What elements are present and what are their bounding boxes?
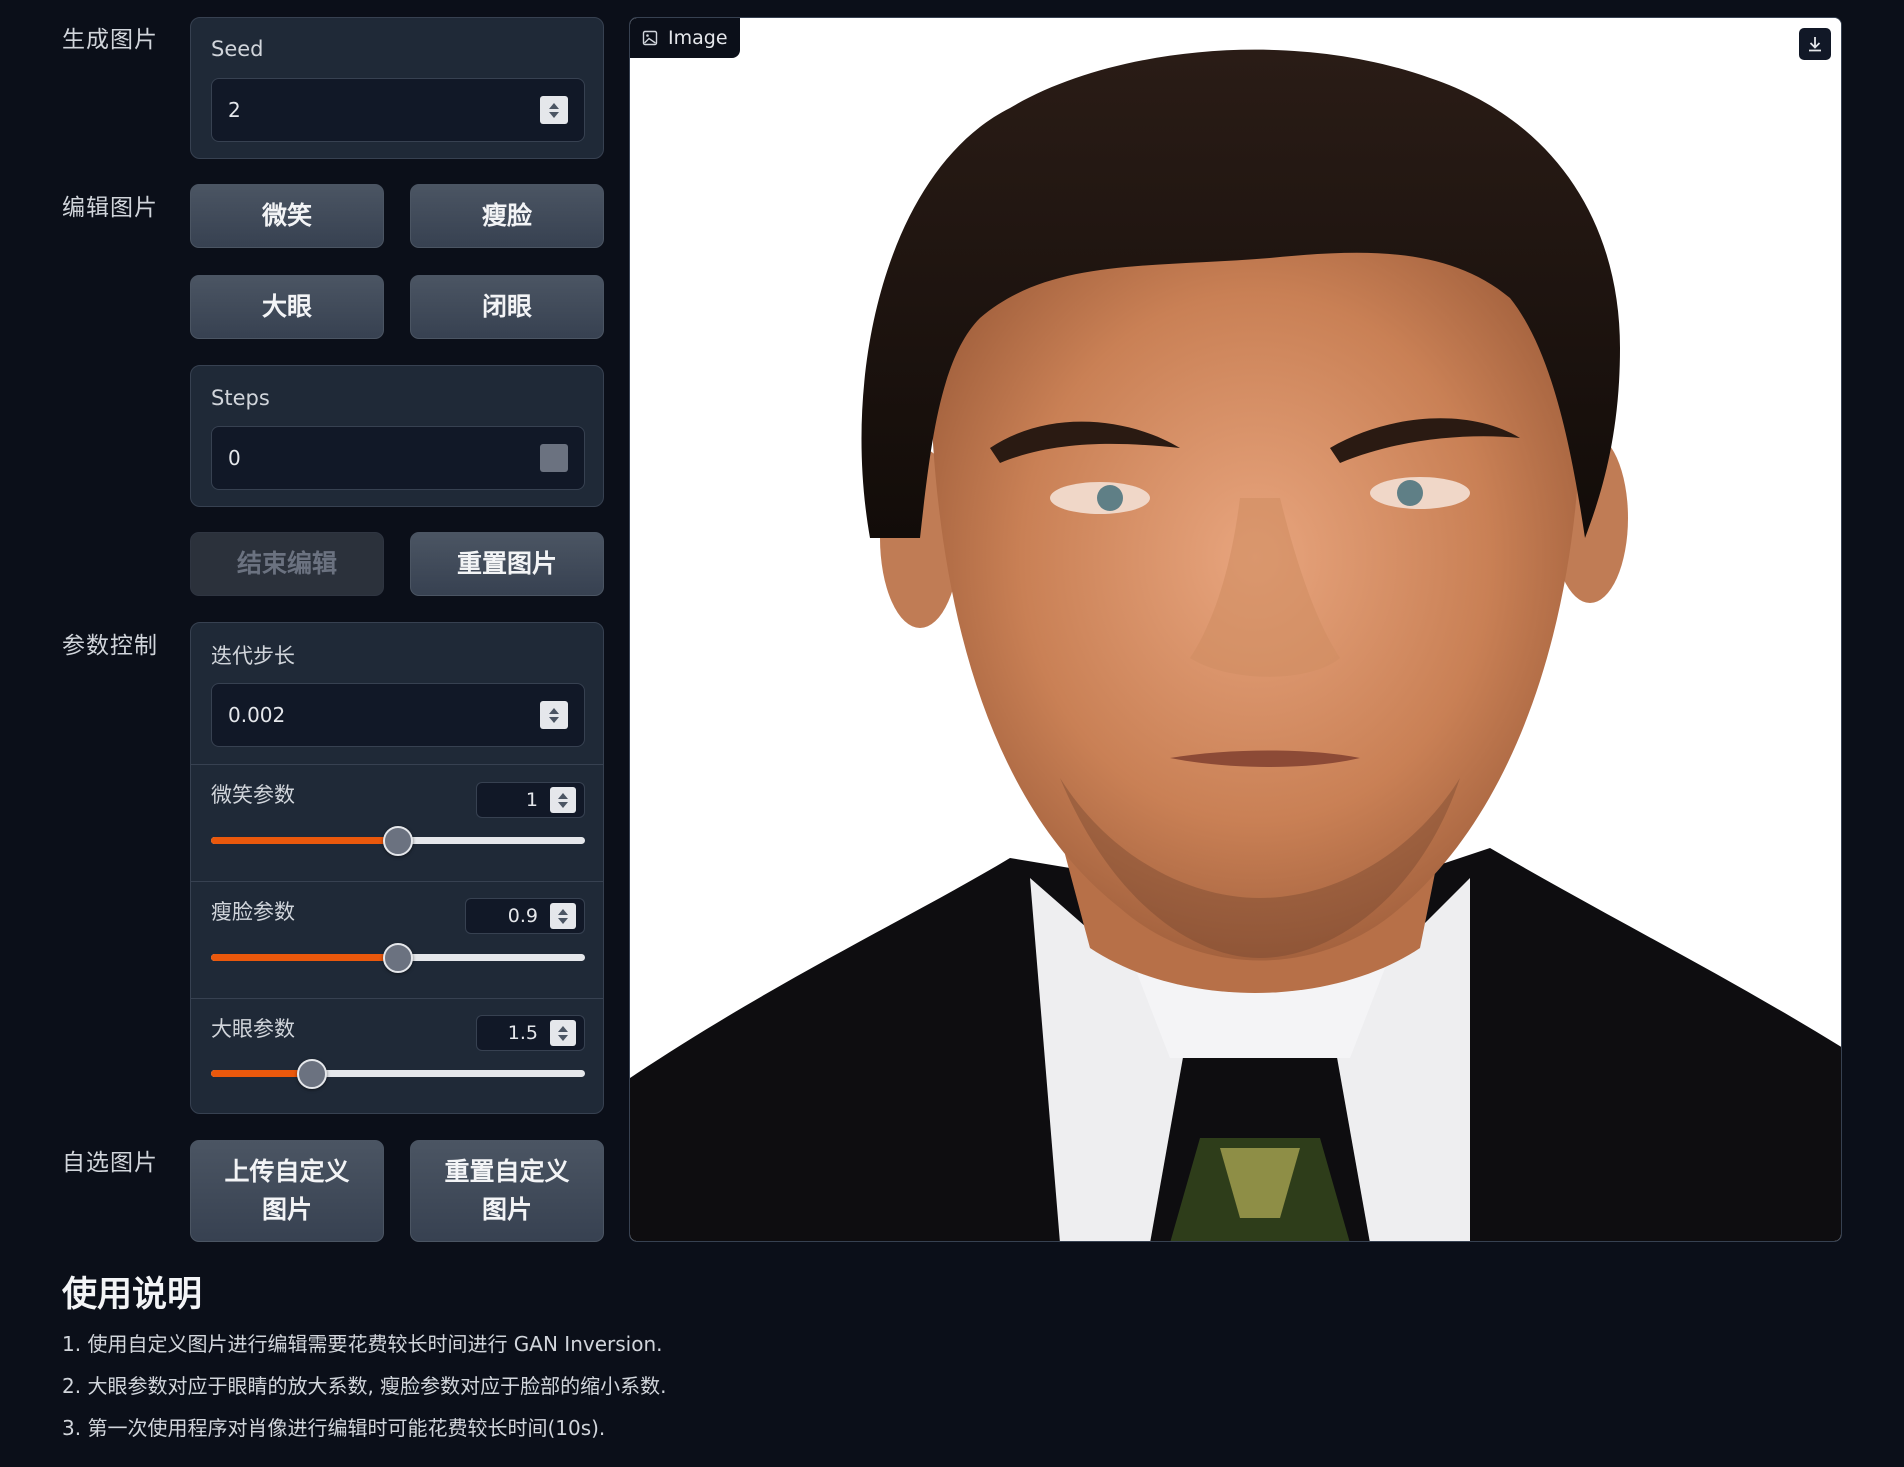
slider-fill xyxy=(211,954,398,961)
slim-param-input[interactable]: 0.9 xyxy=(465,898,585,934)
chevron-up-icon[interactable] xyxy=(558,792,568,799)
chevron-up-icon[interactable] xyxy=(549,102,559,109)
smile-param-value: 1 xyxy=(525,789,538,811)
big-eye-param-stepper[interactable] xyxy=(550,1020,576,1046)
reset-image-button[interactable]: 重置图片 xyxy=(410,532,604,596)
seed-label: Seed xyxy=(211,37,264,61)
upload-custom-image-button[interactable]: 上传自定义 图片 xyxy=(190,1140,384,1242)
chevron-down-icon[interactable] xyxy=(549,111,559,118)
usage-line-1: 1. 使用自定义图片进行编辑需要花费较长时间进行 GAN Inversion. xyxy=(62,1332,663,1356)
slim-param-stepper[interactable] xyxy=(550,903,576,929)
divider xyxy=(191,764,603,765)
reset-custom-image-button[interactable]: 重置自定义 图片 xyxy=(410,1140,604,1242)
section-label-params: 参数控制 xyxy=(62,633,158,659)
big-eye-param-input[interactable]: 1.5 xyxy=(476,1015,585,1051)
image-icon xyxy=(642,30,658,46)
slider-thumb[interactable] xyxy=(383,826,413,856)
smile-param-stepper[interactable] xyxy=(550,787,576,813)
image-label: Image xyxy=(630,18,740,58)
slider-fill xyxy=(211,837,398,844)
slim-param-label: 瘦脸参数 xyxy=(211,900,295,924)
divider xyxy=(191,998,603,999)
chevron-up-icon[interactable] xyxy=(558,1025,568,1032)
steps-input: 0 xyxy=(211,426,585,490)
section-label-custom: 自选图片 xyxy=(62,1150,158,1176)
big-eye-param-value: 1.5 xyxy=(507,1022,538,1044)
chevron-down-icon[interactable] xyxy=(558,917,568,924)
image-label-text: Image xyxy=(668,27,728,49)
upload-button-line1: 上传自定义 xyxy=(224,1157,350,1186)
divider xyxy=(191,881,603,882)
seed-stepper[interactable] xyxy=(540,96,568,124)
download-icon xyxy=(1809,37,1821,52)
step-size-label: 迭代步长 xyxy=(211,644,295,668)
close-eye-button[interactable]: 闭眼 xyxy=(410,275,604,339)
portrait-image xyxy=(630,18,1841,1241)
chevron-up-icon[interactable] xyxy=(558,908,568,915)
steps-panel: Steps 0 xyxy=(190,365,604,507)
big-eye-param-slider[interactable] xyxy=(211,1070,585,1077)
download-button[interactable] xyxy=(1799,28,1831,60)
big-eye-button[interactable]: 大眼 xyxy=(190,275,384,339)
step-size-value: 0.002 xyxy=(228,703,286,727)
seed-input[interactable]: 2 xyxy=(211,78,585,142)
slider-thumb[interactable] xyxy=(383,943,413,973)
reset-button-line1: 重置自定义 xyxy=(444,1157,570,1186)
section-label-generate: 生成图片 xyxy=(62,27,158,53)
seed-panel: Seed 2 xyxy=(190,17,604,159)
smile-button[interactable]: 微笑 xyxy=(190,184,384,248)
chevron-up-icon[interactable] xyxy=(549,707,559,714)
slim-face-button[interactable]: 瘦脸 xyxy=(410,184,604,248)
usage-line-3: 3. 第一次使用程序对肖像进行编辑时可能花费较长时间(10s). xyxy=(62,1416,606,1440)
smile-param-input[interactable]: 1 xyxy=(476,782,585,818)
chevron-down-icon[interactable] xyxy=(549,716,559,723)
params-panel: 迭代步长 0.002 微笑参数 1 瘦脸参数 0.9 大眼参数 1.5 xyxy=(190,622,604,1114)
smile-param-label: 微笑参数 xyxy=(211,783,295,807)
usage-line-2: 2. 大眼参数对应于眼睛的放大系数, 瘦脸参数对应于脸部的缩小系数. xyxy=(62,1374,667,1398)
upload-button-line2: 图片 xyxy=(261,1195,312,1224)
end-edit-button: 结束编辑 xyxy=(190,532,384,596)
steps-value: 0 xyxy=(228,446,241,470)
seed-value: 2 xyxy=(228,98,241,122)
image-output-panel: Image xyxy=(629,17,1842,1242)
reset-button-line2: 图片 xyxy=(481,1195,532,1224)
usage-title: 使用说明 xyxy=(62,1275,203,1315)
section-label-edit: 编辑图片 xyxy=(62,195,158,221)
chevron-down-icon[interactable] xyxy=(558,801,568,808)
step-size-stepper[interactable] xyxy=(540,701,568,729)
slim-param-value: 0.9 xyxy=(507,905,538,927)
chevron-down-icon[interactable] xyxy=(558,1034,568,1041)
slider-thumb[interactable] xyxy=(296,1059,327,1089)
steps-stepper xyxy=(540,444,568,472)
big-eye-param-label: 大眼参数 xyxy=(211,1017,295,1041)
step-size-input[interactable]: 0.002 xyxy=(211,683,585,747)
steps-label: Steps xyxy=(211,386,270,410)
